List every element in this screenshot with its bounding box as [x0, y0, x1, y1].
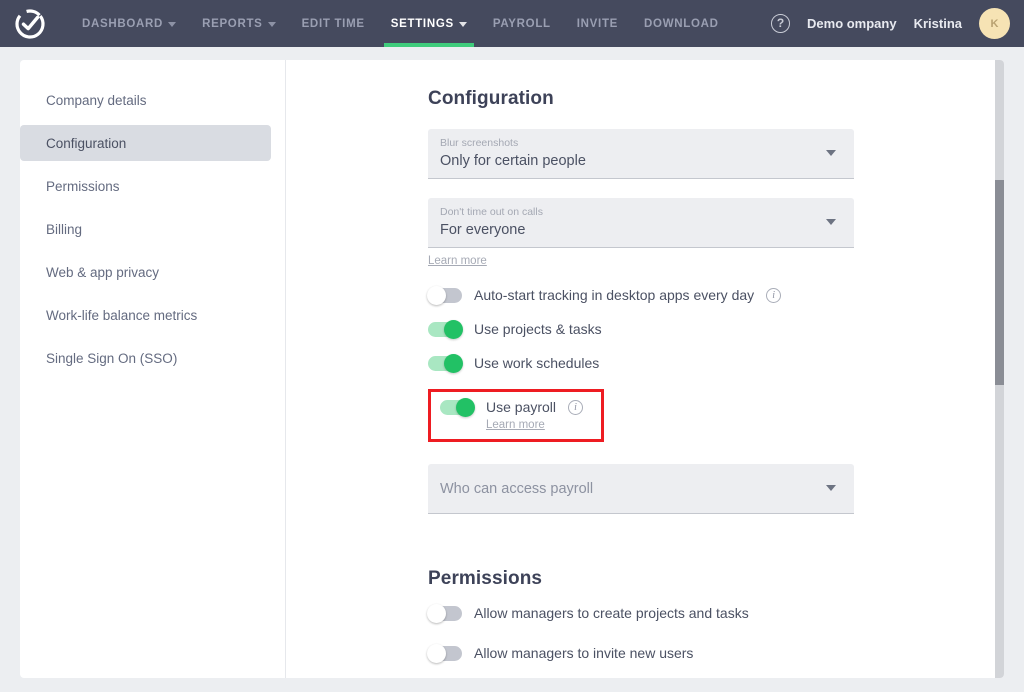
toggle-knob	[444, 320, 463, 339]
check-circle-logo-icon[interactable]	[13, 7, 47, 41]
chevron-down-icon	[826, 219, 836, 225]
spacer	[20, 247, 285, 254]
toggle-row-use-projects-tasks: Use projects & tasks	[428, 321, 1004, 337]
toggle-allow-managers-create-projects[interactable]	[428, 606, 462, 621]
chevron-down-icon	[459, 22, 467, 27]
page-title: Configuration	[428, 88, 1004, 110]
spacer	[20, 118, 285, 125]
toggle-label: Auto-start tracking in desktop apps ever…	[474, 287, 754, 303]
nav-item-invite[interactable]: INVITE	[564, 0, 631, 47]
toggle-knob	[427, 644, 446, 663]
spacer	[20, 290, 285, 297]
nav-item-label: REPORTS	[202, 18, 263, 30]
sidebar-item-billing[interactable]: Billing	[20, 211, 271, 247]
company-name[interactable]: Demo ompany	[807, 16, 897, 31]
spacer	[20, 333, 285, 340]
learn-more-link-payroll[interactable]: Learn more	[486, 419, 545, 431]
toggle-use-payroll[interactable]	[440, 400, 474, 415]
nav-item-label: PAYROLL	[493, 18, 551, 30]
info-icon[interactable]: i	[568, 400, 583, 415]
toggle-row-allow-managers-create-projects: Allow managers to create projects and ta…	[428, 605, 1004, 621]
user-name[interactable]: Kristina	[914, 16, 962, 31]
nav-item-label: SETTINGS	[391, 18, 454, 30]
sidebar-item-label: Permissions	[46, 179, 120, 194]
toggle-row-use-payroll: Use payroll i	[440, 399, 601, 415]
dont-time-out-on-calls-select[interactable]: Don't time out on calls For everyone	[428, 198, 854, 248]
sidebar-item-label: Web & app privacy	[46, 265, 159, 280]
toggle-label: Use payroll	[486, 399, 556, 415]
toggle-knob	[444, 354, 463, 373]
nav-item-label: INVITE	[577, 18, 618, 30]
chevron-down-icon	[268, 22, 276, 27]
toggle-knob	[427, 604, 446, 623]
chevron-down-icon	[168, 22, 176, 27]
top-navigation-bar: DASHBOARD REPORTS EDIT TIME SETTINGS PAY…	[0, 0, 1024, 47]
spacer	[20, 204, 285, 211]
nav-item-edit-time[interactable]: EDIT TIME	[289, 0, 378, 47]
blur-screenshots-value: Only for certain people	[440, 150, 842, 172]
sidebar-item-label: Single Sign On (SSO)	[46, 351, 177, 366]
toggle-use-work-schedules[interactable]	[428, 356, 462, 371]
info-icon[interactable]: i	[766, 288, 781, 303]
spacer	[20, 161, 285, 168]
toggle-knob	[456, 398, 475, 417]
primary-nav-items: DASHBOARD REPORTS EDIT TIME SETTINGS PAY…	[69, 0, 732, 47]
toggle-auto-start-tracking[interactable]	[428, 288, 462, 303]
sidebar-item-web-app-privacy[interactable]: Web & app privacy	[20, 254, 271, 290]
settings-content: Configuration Blur screenshots Only for …	[286, 60, 1004, 678]
nav-right-cluster: ? Demo ompany Kristina K	[771, 8, 1024, 39]
nav-item-dashboard[interactable]: DASHBOARD	[69, 0, 189, 47]
vertical-scrollbar-track[interactable]	[995, 60, 1004, 678]
toggle-label: Use projects & tasks	[474, 321, 602, 337]
sidebar-item-permissions[interactable]: Permissions	[20, 168, 271, 204]
settings-card: Company details Configuration Permission…	[20, 60, 1004, 678]
nav-item-download[interactable]: DOWNLOAD	[631, 0, 732, 47]
sidebar-item-work-life-balance-metrics[interactable]: Work-life balance metrics	[20, 297, 271, 333]
chevron-down-icon	[826, 485, 836, 491]
who-can-access-payroll-select[interactable]: Who can access payroll	[428, 464, 854, 514]
avatar[interactable]: K	[979, 8, 1010, 39]
nav-item-settings[interactable]: SETTINGS	[378, 0, 480, 47]
learn-more-link-calls[interactable]: Learn more	[428, 255, 487, 267]
active-tab-underline	[384, 43, 474, 47]
toggle-label: Use work schedules	[474, 355, 599, 371]
toggle-label: Allow managers to create projects and ta…	[474, 605, 749, 621]
help-question-icon[interactable]: ?	[771, 14, 790, 33]
permissions-section-title: Permissions	[428, 568, 1004, 590]
sidebar-item-configuration[interactable]: Configuration	[20, 125, 271, 161]
toggle-allow-managers-invite-users[interactable]	[428, 646, 462, 661]
dont-time-out-label: Don't time out on calls	[440, 205, 842, 219]
sidebar-item-label: Billing	[46, 222, 82, 237]
blur-screenshots-select[interactable]: Blur screenshots Only for certain people	[428, 129, 854, 179]
use-payroll-highlight-box: Use payroll i Learn more	[428, 389, 604, 442]
toggle-use-projects-tasks[interactable]	[428, 322, 462, 337]
sidebar-item-company-details[interactable]: Company details	[20, 82, 271, 118]
dont-time-out-value: For everyone	[440, 219, 842, 241]
sidebar-item-label: Company details	[46, 93, 147, 108]
toggle-knob	[427, 286, 446, 305]
settings-sidebar: Company details Configuration Permission…	[20, 60, 286, 678]
sidebar-item-label: Configuration	[46, 136, 126, 151]
toggle-row-auto-start-tracking: Auto-start tracking in desktop apps ever…	[428, 287, 1004, 303]
nav-item-label: EDIT TIME	[302, 18, 365, 30]
nav-item-label: DOWNLOAD	[644, 18, 719, 30]
blur-screenshots-label: Blur screenshots	[440, 136, 842, 150]
nav-item-label: DASHBOARD	[82, 18, 163, 30]
who-can-access-payroll-placeholder: Who can access payroll	[440, 464, 842, 514]
vertical-scrollbar-thumb[interactable]	[995, 180, 1004, 385]
nav-item-reports[interactable]: REPORTS	[189, 0, 289, 47]
toggle-label: Allow managers to invite new users	[474, 645, 693, 661]
sidebar-item-label: Work-life balance metrics	[46, 308, 197, 323]
sidebar-item-single-sign-on[interactable]: Single Sign On (SSO)	[20, 340, 271, 376]
toggle-row-allow-managers-invite-users: Allow managers to invite new users	[428, 645, 1004, 661]
toggle-row-use-work-schedules: Use work schedules	[428, 355, 1004, 371]
nav-item-payroll[interactable]: PAYROLL	[480, 0, 564, 47]
chevron-down-icon	[826, 150, 836, 156]
